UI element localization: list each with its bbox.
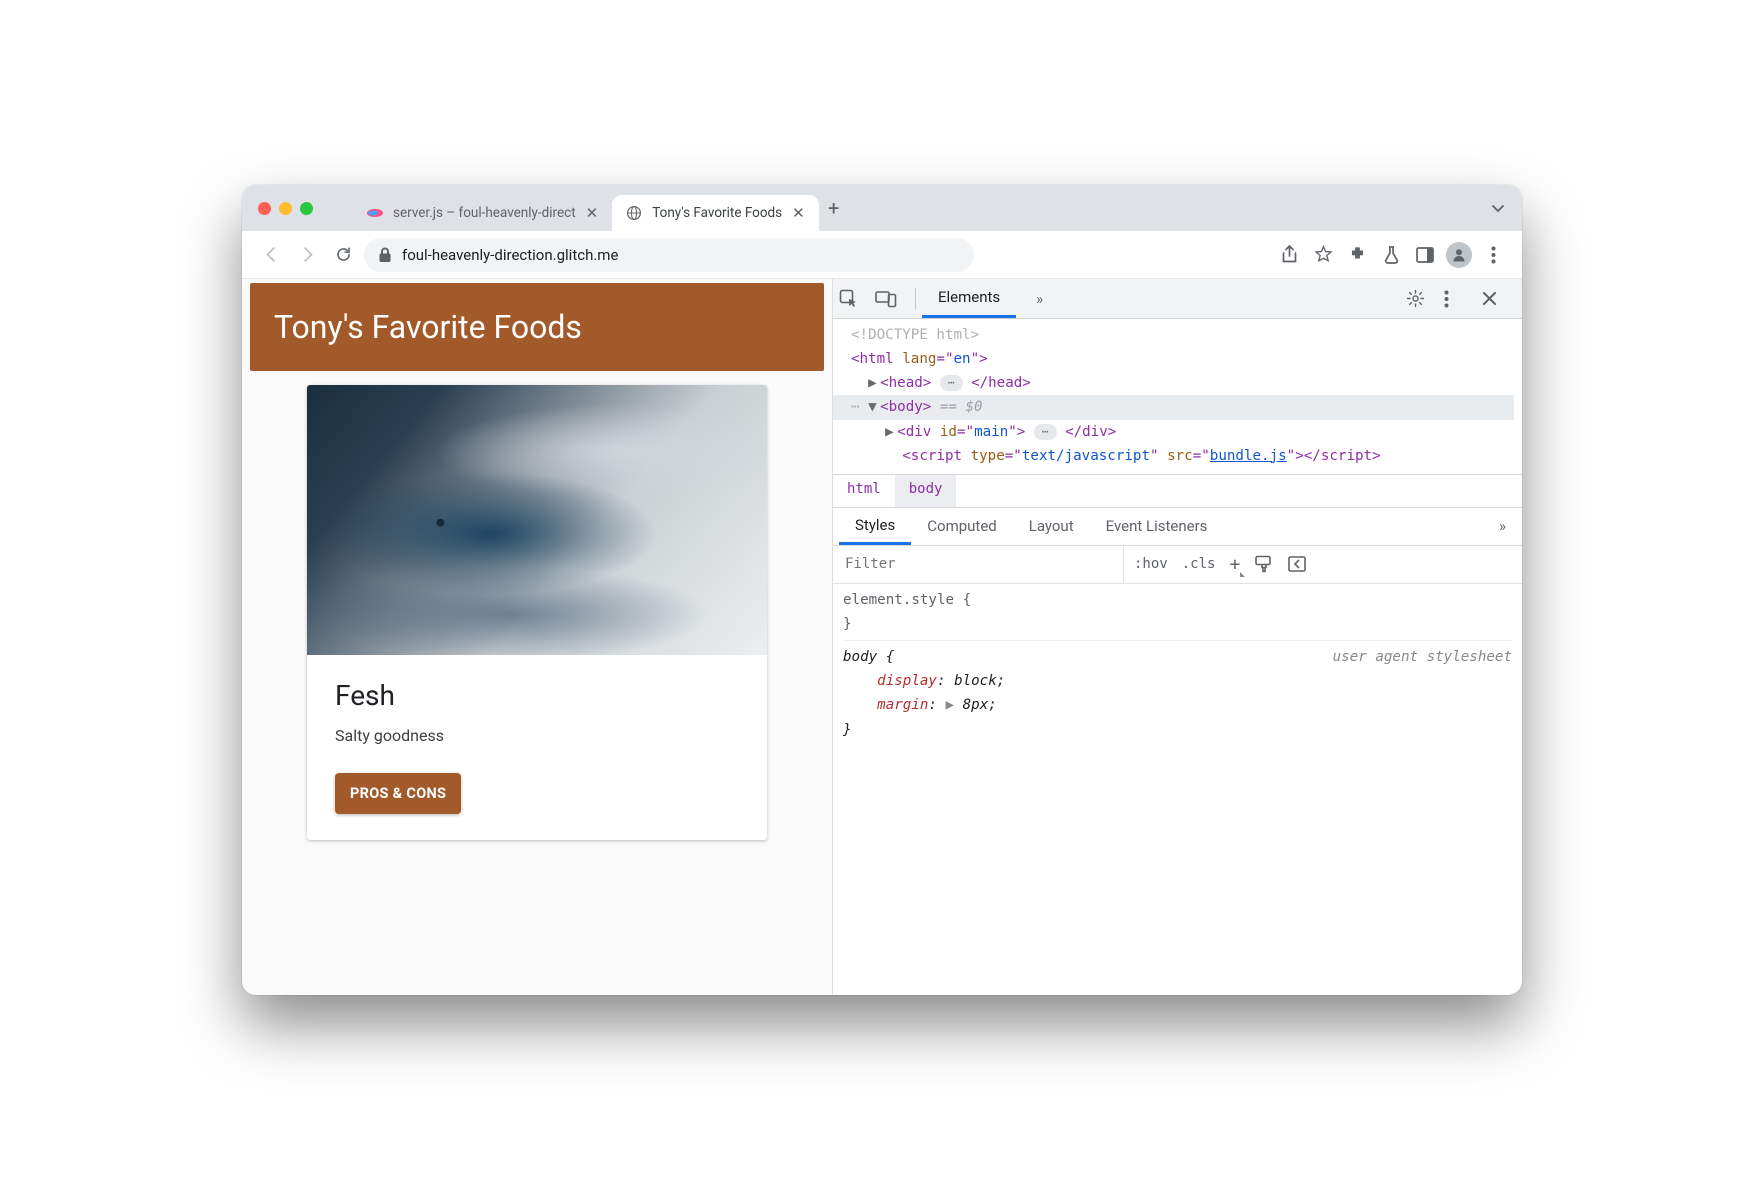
browser-window: server.js – foul-heavenly-direct ✕ Tony'… xyxy=(242,185,1522,995)
body-rule[interactable]: user agent stylesheet body { display: bl… xyxy=(843,640,1512,742)
styles-pane[interactable]: element.style { } user agent stylesheet … xyxy=(833,584,1522,746)
dom-body-selected[interactable]: ⋯ ▼<body> == $0 xyxy=(833,395,1514,419)
subtab-styles[interactable]: Styles xyxy=(839,508,911,545)
browser-toolbar: foul-heavenly-direction.glitch.me xyxy=(242,231,1522,279)
labs-button[interactable] xyxy=(1376,240,1406,270)
fish-favicon-icon xyxy=(367,205,383,221)
subtabs-overflow-icon[interactable]: » xyxy=(1489,508,1516,545)
paint-brush-icon[interactable] xyxy=(1254,555,1274,573)
avatar-icon xyxy=(1446,242,1472,268)
card-title: Fesh xyxy=(335,679,739,712)
food-card: Fesh Salty goodness PROS & CONS xyxy=(307,385,767,840)
hov-toggle[interactable]: :hov xyxy=(1134,556,1168,572)
devtools-panel: Elements » <!DOCTYPE html> xyxy=(832,279,1522,995)
profile-button[interactable] xyxy=(1444,240,1474,270)
globe-favicon-icon xyxy=(626,205,642,221)
close-tab-icon[interactable]: ✕ xyxy=(792,204,805,222)
cls-toggle[interactable]: .cls xyxy=(1182,556,1216,572)
subtab-computed[interactable]: Computed xyxy=(911,508,1013,545)
sidepanel-button[interactable] xyxy=(1410,240,1440,270)
element-style-rule[interactable]: element.style { } xyxy=(843,588,1512,636)
styles-subtabs: Styles Computed Layout Event Listeners » xyxy=(833,508,1522,546)
reload-button[interactable] xyxy=(328,240,358,270)
card-image xyxy=(307,385,767,655)
back-button[interactable] xyxy=(256,240,286,270)
devtools-toolbar: Elements » xyxy=(833,279,1522,319)
devtools-menu-icon[interactable] xyxy=(1444,290,1478,308)
close-tab-icon[interactable]: ✕ xyxy=(586,204,599,222)
close-window-button[interactable] xyxy=(258,202,271,215)
devtools-close-icon[interactable] xyxy=(1482,291,1516,306)
dom-head[interactable]: ▶<head> ⋯ </head> xyxy=(851,371,1514,395)
devtools-settings-icon[interactable] xyxy=(1406,289,1440,308)
dom-doctype: <!DOCTYPE html> xyxy=(851,323,1514,347)
forward-button[interactable] xyxy=(292,240,322,270)
styles-filter-bar: :hov .cls + xyxy=(833,546,1522,584)
tab-site[interactable]: Tony's Favorite Foods ✕ xyxy=(612,195,818,231)
window-controls xyxy=(258,202,313,215)
subtab-layout[interactable]: Layout xyxy=(1013,508,1090,545)
crumb-html[interactable]: html xyxy=(833,475,895,507)
device-toolbar-icon[interactable] xyxy=(875,290,909,308)
devtools-tabs-overflow-icon[interactable]: » xyxy=(1020,279,1059,318)
styles-filter-input[interactable] xyxy=(833,546,1123,583)
dom-html-open[interactable]: <html lang="en"> xyxy=(851,347,1514,371)
computed-sidebar-icon[interactable] xyxy=(1288,556,1306,572)
new-tab-button[interactable]: + xyxy=(819,196,849,220)
tab-label: server.js – foul-heavenly-direct xyxy=(393,205,576,221)
extensions-button[interactable] xyxy=(1342,240,1372,270)
card-subtitle: Salty goodness xyxy=(335,726,739,745)
chrome-menu-button[interactable] xyxy=(1478,240,1508,270)
dom-tree[interactable]: <!DOCTYPE html> <html lang="en"> ▶<head>… xyxy=(833,319,1522,474)
dom-breadcrumbs: html body xyxy=(833,474,1522,508)
share-button[interactable] xyxy=(1274,240,1304,270)
address-bar[interactable]: foul-heavenly-direction.glitch.me xyxy=(364,238,974,272)
page-banner: Tony's Favorite Foods xyxy=(250,283,824,371)
url-text: foul-heavenly-direction.glitch.me xyxy=(402,246,618,264)
pros-cons-button[interactable]: PROS & CONS xyxy=(335,773,461,814)
dom-script[interactable]: <script type="text/javascript" src="bund… xyxy=(851,444,1514,468)
subtab-event-listeners[interactable]: Event Listeners xyxy=(1090,508,1224,545)
lock-icon xyxy=(378,247,392,263)
tab-label: Tony's Favorite Foods xyxy=(652,205,782,221)
content-area: Tony's Favorite Foods Fesh Salty goodnes… xyxy=(242,279,1522,995)
minimize-window-button[interactable] xyxy=(279,202,292,215)
inspect-element-icon[interactable] xyxy=(839,289,873,309)
rendered-page: Tony's Favorite Foods Fesh Salty goodnes… xyxy=(242,279,832,995)
user-agent-stylesheet-label: user agent stylesheet xyxy=(1333,645,1512,669)
tabs-overflow-icon[interactable] xyxy=(1490,200,1506,216)
fullscreen-window-button[interactable] xyxy=(300,202,313,215)
page-title: Tony's Favorite Foods xyxy=(274,308,582,346)
tab-glitch-editor[interactable]: server.js – foul-heavenly-direct ✕ xyxy=(353,195,612,231)
bookmark-button[interactable] xyxy=(1308,240,1338,270)
dom-div-main[interactable]: ▶<div id="main"> ⋯ </div> xyxy=(851,420,1514,444)
new-style-rule-icon[interactable]: + xyxy=(1229,554,1240,575)
crumb-body[interactable]: body xyxy=(895,475,957,507)
tab-strip: server.js – foul-heavenly-direct ✕ Tony'… xyxy=(242,185,1522,231)
devtools-tab-elements[interactable]: Elements xyxy=(922,279,1016,318)
